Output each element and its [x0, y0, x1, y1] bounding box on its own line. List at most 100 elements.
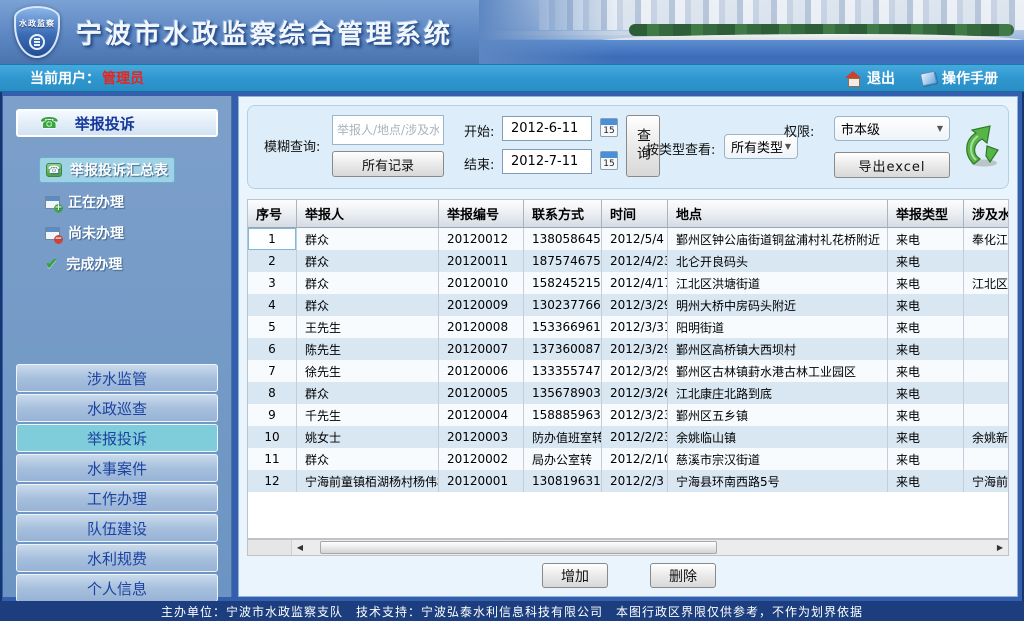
sidebar-menu-item[interactable]: 涉水监管 [16, 364, 218, 392]
fuzzy-search-input[interactable] [332, 115, 444, 145]
table-row[interactable]: 8群众20120005135678903902012/3/26江北康庄北路到底来… [248, 382, 1008, 404]
table-row[interactable]: 1群众20120012138058645282012/5/4鄞州区钟公庙街道铜盆… [248, 228, 1008, 250]
cell-report-no: 20120007 [439, 338, 524, 360]
cell-report-no: 20120006 [439, 360, 524, 382]
end-date-input[interactable]: 2012-7-11 [502, 149, 592, 174]
table-row[interactable]: 9千先生20120004158885963252012/3/23鄞州区五乡镇来电 [248, 404, 1008, 426]
cell-report-no: 20120010 [439, 272, 524, 294]
logout-button[interactable]: 退出 [845, 68, 895, 88]
table-row[interactable]: 12宁海前童镇栢湖杨村杨伟林20120001130819631762012/2/… [248, 470, 1008, 492]
table-row[interactable]: 4群众20120009130237766492012/3/29明州大桥中房码头附… [248, 294, 1008, 316]
column-header-location[interactable]: 地点 [668, 200, 888, 227]
cell-index: 11 [248, 448, 297, 470]
refresh-icon[interactable] [960, 122, 1002, 170]
cell-location: 鄞州区高桥镇大西坝村 [668, 338, 888, 360]
column-header-date[interactable]: 时间 [602, 200, 668, 227]
sidebar-menu-item[interactable]: 水政巡查 [16, 394, 218, 422]
table-row[interactable]: 2群众20120011187574675372012/4/23北仑开良码头来电 [248, 250, 1008, 272]
column-header-contact[interactable]: 联系方式 [524, 200, 602, 227]
scroll-left-arrow-icon[interactable]: ◀ [292, 540, 308, 555]
sidebar-menu-active[interactable]: 举报投诉 [16, 424, 218, 452]
column-header-report-no[interactable]: 举报编号 [439, 200, 524, 227]
cell-reporter: 群众 [297, 272, 439, 294]
manual-book-icon [920, 70, 937, 86]
start-date-input[interactable]: 2012-6-11 [502, 116, 592, 141]
main-content: 模糊查询: 所有记录 开始: 2012-6-11 15 结束: 2012-7-1… [238, 96, 1018, 597]
cell-location: 明州大桥中房码头附近 [668, 294, 888, 316]
table-row[interactable]: 11群众20120002局办公室转2012/2/10慈溪市宗汉街道来电 [248, 448, 1008, 470]
manual-button[interactable]: 操作手册 [921, 68, 998, 88]
export-excel-button[interactable]: 导出excel [834, 152, 950, 178]
cell-date: 2012/3/29 [602, 338, 668, 360]
column-header-index[interactable]: 序号 [248, 200, 297, 227]
grid-minus-icon [45, 227, 60, 240]
cell-index: 4 [248, 294, 297, 316]
permission-select[interactable]: 市本级 ▼ [834, 116, 950, 141]
type-filter-label: 按类型查看: [646, 139, 715, 158]
cell-report-type: 来电 [888, 338, 964, 360]
cell-contact: 13335574778 [524, 360, 602, 382]
cell-report-type: 来电 [888, 360, 964, 382]
column-header-report-type[interactable]: 举报类型 [888, 200, 964, 227]
cell-report-type: 来电 [888, 228, 964, 250]
cell-location: 北仑开良码头 [668, 250, 888, 272]
chevron-down-icon: ▼ [785, 142, 791, 151]
start-calendar-icon[interactable]: 15 [600, 118, 618, 137]
cell-date: 2012/5/4 [602, 228, 668, 250]
cell-index: 7 [248, 360, 297, 382]
cell-report-no: 20120009 [439, 294, 524, 316]
grid-plus-icon [45, 196, 60, 209]
sidebar-menu-item[interactable]: 工作办理 [16, 484, 218, 512]
sidebar-menu-item[interactable]: 个人信息 [16, 574, 218, 602]
scroll-right-arrow-icon[interactable]: ▶ [992, 540, 1008, 555]
cell-report-no: 20120005 [439, 382, 524, 404]
cell-contact: 15336696121 [524, 316, 602, 338]
sidebar-section-title: 举报投诉 [75, 113, 135, 134]
cell-report-type: 来电 [888, 250, 964, 272]
sidebar-item[interactable]: ☎举报投诉汇总表 [39, 157, 175, 183]
sidebar-menu-item[interactable]: 队伍建设 [16, 514, 218, 542]
sidebar-menu-item[interactable]: 水利规费 [16, 544, 218, 572]
sidebar-item[interactable]: 尚未办理 [39, 221, 130, 245]
app-header: 水政监察 宁波市水政监察综合管理系统 [0, 0, 1024, 64]
home-icon [845, 71, 861, 85]
table-row[interactable]: 3群众20120010158245215972012/4/17江北区洪塘街道来电… [248, 272, 1008, 294]
cell-reporter: 宁海前童镇栢湖杨村杨伟林 [297, 470, 439, 492]
cell-report-type: 来电 [888, 470, 964, 492]
chevron-down-icon: ▼ [937, 124, 943, 133]
cell-date: 2012/3/29 [602, 360, 668, 382]
sidebar: ☎ 举报投诉 ☎举报投诉汇总表正在办理尚未办理✔完成办理 涉水监管水政巡查举报投… [3, 96, 232, 597]
table-row[interactable]: 10姚女士20120003防办值班室转2012/2/23余姚临山镇来电余姚新奄 [248, 426, 1008, 448]
sidebar-item[interactable]: ✔完成办理 [39, 252, 128, 276]
table-row[interactable]: 5王先生20120008153366961212012/3/31阳明街道来电 [248, 316, 1008, 338]
sidebar-menu-item[interactable]: 水事案件 [16, 454, 218, 482]
horizontal-scrollbar[interactable]: ◀ ▶ [247, 539, 1009, 556]
cell-report-type: 来电 [888, 426, 964, 448]
column-header-reporter[interactable]: 举报人 [297, 200, 439, 227]
table-row[interactable]: 6陈先生20120007137360087292012/3/29鄞州区高桥镇大西… [248, 338, 1008, 360]
sidebar-item[interactable]: 正在办理 [39, 190, 130, 214]
table-row[interactable]: 7徐先生20120006133355747782012/3/29鄞州区古林镇葑水… [248, 360, 1008, 382]
cell-water-area: 宁海前溪 [964, 470, 1009, 492]
cell-index: 8 [248, 382, 297, 404]
cell-date: 2012/4/23 [602, 250, 668, 272]
all-records-button[interactable]: 所有记录 [332, 151, 444, 177]
column-header-water-area[interactable]: 涉及水域 [964, 200, 1009, 227]
end-calendar-icon[interactable]: 15 [600, 151, 618, 170]
table-header-row: 序号举报人举报编号联系方式时间地点举报类型涉及水域 [248, 200, 1008, 228]
add-button[interactable]: 增加 [542, 563, 608, 588]
scrollbar-track[interactable] [308, 540, 992, 555]
start-date-label: 开始: [464, 121, 494, 140]
cell-report-type: 来电 [888, 316, 964, 338]
delete-button[interactable]: 删除 [650, 563, 716, 588]
logo-text: 水政监察 [16, 18, 58, 29]
cell-reporter: 陈先生 [297, 338, 439, 360]
scrollbar-thumb[interactable] [320, 541, 717, 554]
cell-water-area [964, 360, 1009, 382]
cell-report-type: 来电 [888, 404, 964, 426]
sidebar-menu-list: 涉水监管水政巡查举报投诉水事案件工作办理队伍建设水利规费个人信息 [3, 364, 231, 602]
cell-index: 12 [248, 470, 297, 492]
sidebar-section-header[interactable]: ☎ 举报投诉 [16, 109, 218, 137]
filter-panel: 模糊查询: 所有记录 开始: 2012-6-11 15 结束: 2012-7-1… [247, 105, 1009, 189]
page-title: 宁波市水政监察综合管理系统 [76, 14, 453, 51]
